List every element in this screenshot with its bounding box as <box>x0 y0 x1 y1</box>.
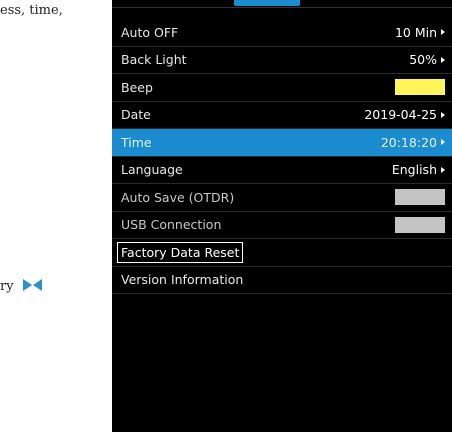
menu-item-value: 20:18:20 <box>380 134 437 150</box>
menu-item-value: 10 Min <box>394 24 437 40</box>
factory-reset-button[interactable]: Factory Data Reset <box>117 241 244 263</box>
menu-item-label: Time <box>121 134 152 150</box>
menu-item-auto-save[interactable]: Auto Save (OTDR) <box>112 184 452 212</box>
menu-item-label: Auto Save (OTDR) <box>121 189 235 205</box>
doc-text-fragment: ess, time, <box>0 3 63 18</box>
menu-item-date[interactable]: Date 2019-04-25 <box>112 102 452 129</box>
menu-item-version-info[interactable]: Version Information <box>112 267 452 294</box>
menu-item-label: Back Light <box>121 52 187 68</box>
menu-item-factory-reset[interactable]: Factory Data Reset <box>112 239 452 267</box>
chevron-right-icon <box>441 56 445 63</box>
menu-item-label: Language <box>121 162 183 178</box>
triangle-right-icon <box>22 279 32 291</box>
auto-save-toggle[interactable] <box>395 189 445 206</box>
header-divider <box>112 7 452 8</box>
menu-item-time[interactable]: Time 20:18:20 <box>112 129 452 157</box>
doc-text-fragment-2: ry <box>0 279 42 294</box>
chevron-right-icon <box>441 166 445 173</box>
menu-item-value: 50% <box>409 52 437 68</box>
menu-item-beep[interactable]: Beep <box>112 74 452 102</box>
doc-text: ry <box>0 279 14 294</box>
device-screen: Auto OFF 10 Min Back Light 50% Beep Date… <box>112 0 452 432</box>
chevron-right-icon <box>441 29 445 36</box>
menu-item-label: Date <box>121 107 151 123</box>
menu-item-label: USB Connection <box>121 217 222 233</box>
menu-item-back-light[interactable]: Back Light 50% <box>112 47 452 74</box>
settings-menu: Auto OFF 10 Min Back Light 50% Beep Date… <box>112 19 452 294</box>
doc-text: ess, time, <box>0 3 63 18</box>
menu-item-auto-off[interactable]: Auto OFF 10 Min <box>112 19 452 47</box>
menu-item-value: 2019-04-25 <box>364 107 437 123</box>
chevron-right-icon <box>441 139 445 146</box>
menu-item-label: Beep <box>121 79 153 95</box>
system-tab[interactable] <box>234 0 300 6</box>
menu-item-label: Version Information <box>121 272 244 288</box>
menu-item-label: Auto OFF <box>121 24 179 40</box>
triangle-left-icon <box>32 279 42 291</box>
beep-toggle[interactable] <box>395 79 445 96</box>
menu-item-usb-connection[interactable]: USB Connection <box>112 212 452 239</box>
menu-item-value: English <box>391 162 437 178</box>
usb-connection-toggle[interactable] <box>395 216 445 233</box>
chevron-right-icon <box>441 111 445 118</box>
menu-item-language[interactable]: Language English <box>112 157 452 184</box>
